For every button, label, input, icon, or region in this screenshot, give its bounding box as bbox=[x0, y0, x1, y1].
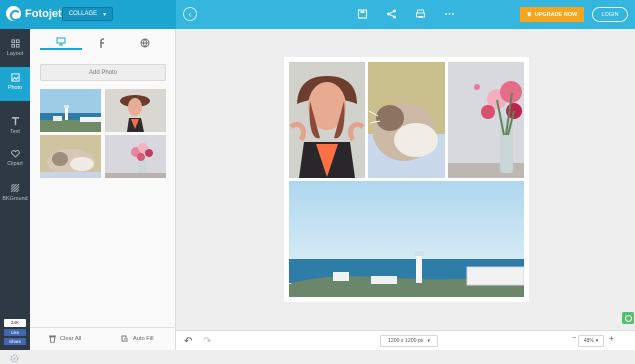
nav-layout[interactable]: Layout bbox=[0, 33, 30, 67]
nav-background-label: BKGround bbox=[2, 196, 28, 202]
add-photo-button[interactable]: Add Photo bbox=[40, 64, 166, 81]
tab-web[interactable] bbox=[124, 35, 166, 50]
clear-all-button[interactable]: Clear All bbox=[49, 335, 81, 343]
auto-fill-icon bbox=[121, 335, 128, 342]
collage-cell-flowers[interactable] bbox=[448, 62, 524, 178]
mode-dropdown[interactable]: COLLAGE ▾ bbox=[62, 7, 113, 21]
top-toolbar: Fotojet COLLAGE ▾ ‹ ♛ UPGRADE NOW LOGIN bbox=[0, 0, 635, 29]
layout-icon bbox=[10, 39, 20, 48]
fotojet-logo-icon bbox=[6, 6, 21, 21]
nav-photo[interactable]: Photo bbox=[0, 67, 30, 101]
redo-icon[interactable]: ↷ bbox=[203, 336, 211, 347]
nav-layout-label: Layout bbox=[6, 51, 24, 57]
fotojet-logo[interactable]: Fotojet bbox=[6, 6, 62, 21]
nav-clipart-label: Clipart bbox=[7, 161, 23, 167]
facebook-share-button[interactable]: Share bbox=[4, 338, 26, 345]
collage-cell-lighthouse[interactable] bbox=[289, 181, 524, 297]
share-icon[interactable] bbox=[385, 8, 398, 20]
photo-panel: Add Photo Clear All Auto Fill bbox=[30, 29, 176, 350]
collage-cell-woman[interactable] bbox=[289, 62, 365, 178]
background-pattern-icon bbox=[10, 184, 19, 193]
lighthouse-photo bbox=[289, 181, 524, 297]
nav-photo-label: Photo bbox=[7, 85, 23, 91]
more-icon[interactable] bbox=[443, 8, 456, 20]
globe-icon bbox=[140, 38, 150, 48]
canvas-workspace bbox=[176, 29, 635, 330]
save-icon[interactable] bbox=[356, 8, 369, 20]
crown-icon: ♛ bbox=[526, 11, 532, 18]
photo-thumbnail-flowers[interactable] bbox=[105, 135, 166, 178]
photo-source-tabs bbox=[30, 29, 176, 57]
woman-image bbox=[105, 89, 166, 132]
zoom-in-button[interactable]: + bbox=[609, 334, 614, 343]
back-button[interactable]: ‹ bbox=[183, 7, 197, 21]
flowers-image bbox=[105, 135, 166, 178]
chevron-down-icon: ▾ bbox=[103, 11, 107, 18]
left-navigation: Layout Photo Text Clipart BKGround 24K L… bbox=[0, 29, 30, 363]
zoom-dropdown[interactable]: 48% ▾ bbox=[578, 335, 604, 347]
collage-canvas bbox=[284, 57, 529, 302]
brand-area: Fotojet COLLAGE ▾ bbox=[0, 0, 176, 29]
tab-facebook[interactable] bbox=[82, 35, 124, 50]
tab-computer[interactable] bbox=[40, 35, 82, 50]
zoom-value: 48% bbox=[583, 338, 594, 344]
facebook-icon bbox=[100, 37, 104, 48]
auto-fill-button[interactable]: Auto Fill bbox=[121, 335, 154, 343]
photo-thumbnail-lighthouse[interactable] bbox=[40, 89, 101, 132]
computer-icon bbox=[56, 37, 66, 46]
cat-photo bbox=[368, 62, 445, 178]
upgrade-label: UPGRADE NOW bbox=[534, 11, 578, 18]
text-icon bbox=[11, 117, 19, 126]
clear-all-label: Clear All bbox=[60, 336, 82, 342]
facebook-like-label: Like bbox=[10, 330, 20, 335]
woman-photo bbox=[289, 62, 365, 178]
facebook-share-label: Share bbox=[8, 339, 21, 344]
undo-icon[interactable]: ↶ bbox=[184, 336, 192, 347]
bottom-toolbar: ↶ ↷ 1200 x 1200 px ▾ − 48% ▾ + bbox=[176, 330, 635, 350]
facebook-like-count: 24K bbox=[4, 319, 26, 327]
login-label: LOGIN bbox=[601, 11, 619, 18]
photo-icon bbox=[10, 73, 20, 82]
panel-footer: Clear All Auto Fill bbox=[30, 327, 176, 350]
canvas-size-label: 1200 x 1200 px bbox=[387, 338, 424, 344]
facebook-like-button[interactable]: Like bbox=[4, 329, 26, 336]
zoom-out-button[interactable]: − bbox=[572, 335, 576, 342]
trash-icon bbox=[49, 335, 56, 343]
add-photo-label: Add Photo bbox=[88, 69, 118, 76]
chevron-down-icon: ▾ bbox=[427, 338, 431, 344]
facebook-social-box: 24K Like Share bbox=[4, 319, 26, 345]
collage-cell-cat[interactable] bbox=[368, 62, 445, 178]
heart-icon bbox=[10, 150, 20, 158]
nav-background[interactable]: BKGround bbox=[0, 178, 30, 212]
cat-image bbox=[40, 135, 101, 178]
nav-text[interactable]: Text bbox=[0, 111, 30, 145]
photo-thumbnail-woman[interactable] bbox=[105, 89, 166, 132]
photo-thumbnail-cat[interactable] bbox=[40, 135, 101, 178]
lighthouse-image bbox=[40, 89, 101, 132]
upgrade-button[interactable]: ♛ UPGRADE NOW bbox=[520, 7, 584, 22]
app-name: Fotojet bbox=[25, 7, 62, 20]
canvas-size-dropdown[interactable]: 1200 x 1200 px ▾ bbox=[380, 335, 438, 347]
login-button[interactable]: LOGIN bbox=[592, 7, 628, 22]
print-icon[interactable] bbox=[414, 8, 427, 20]
nav-clipart[interactable]: Clipart bbox=[0, 143, 30, 177]
nav-text-label: Text bbox=[10, 129, 20, 135]
mode-label: COLLAGE bbox=[68, 11, 98, 17]
gear-icon[interactable] bbox=[9, 353, 20, 364]
chat-help-icon[interactable] bbox=[622, 312, 634, 324]
chevron-down-icon: ▾ bbox=[595, 338, 599, 344]
flowers-photo bbox=[448, 62, 524, 178]
auto-fill-label: Auto Fill bbox=[133, 336, 154, 342]
